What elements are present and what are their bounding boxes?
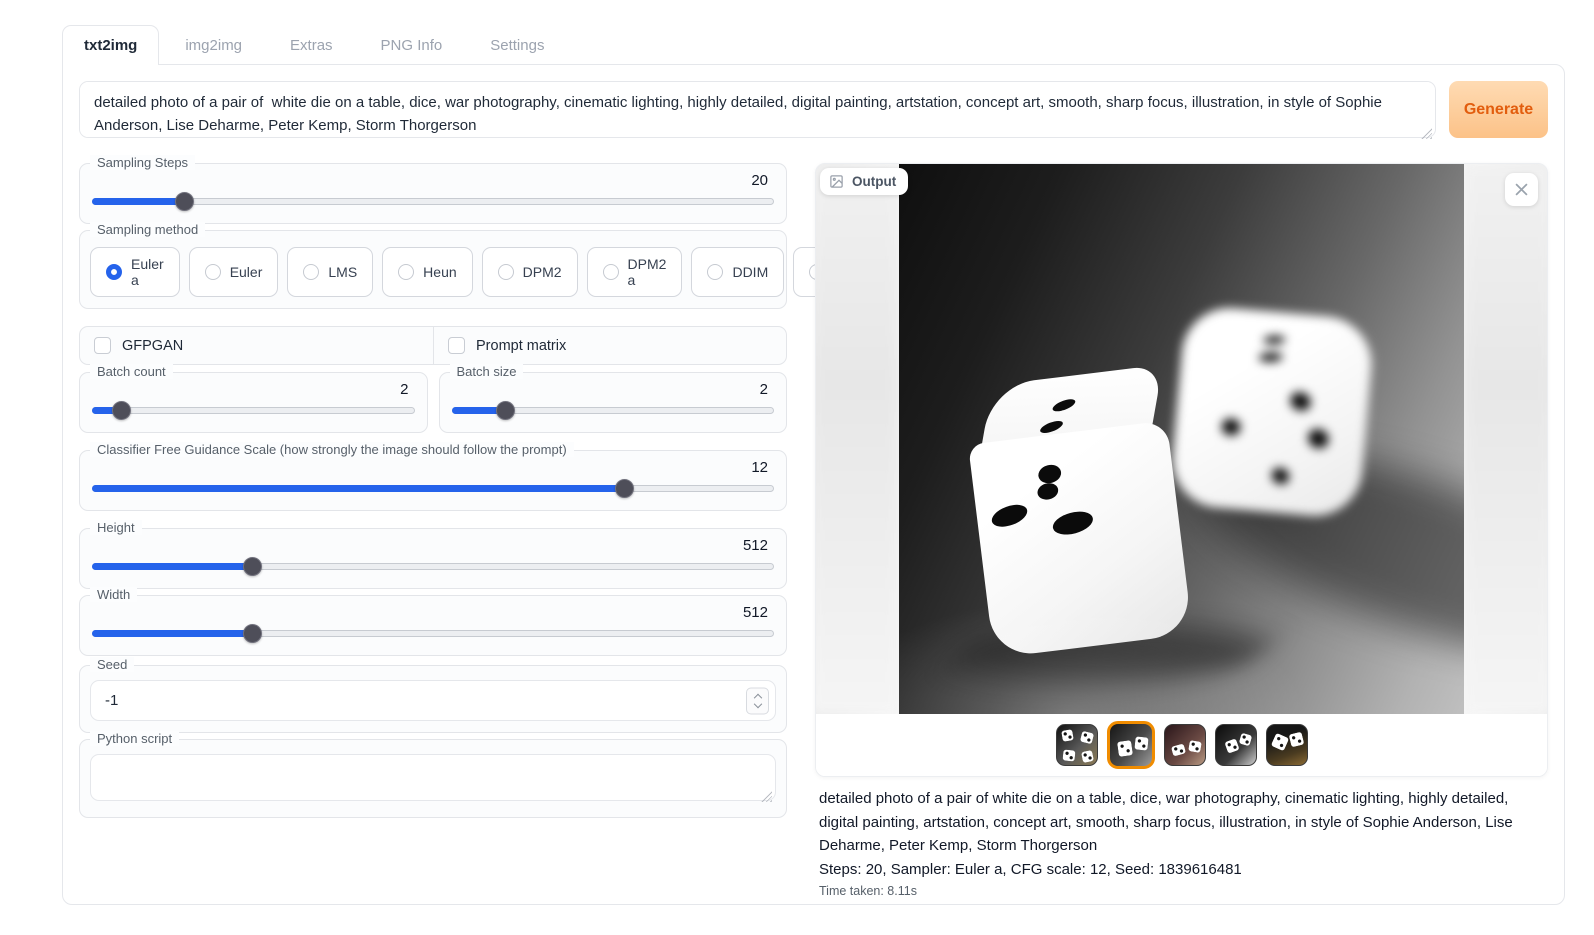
batch-row: Batch count 2 Batch size 2 — [79, 372, 787, 433]
batch-size-group: Batch size 2 — [439, 372, 788, 433]
caption-params: Steps: 20, Sampler: Euler a, CFG scale: … — [819, 858, 1544, 882]
sampling-method-options: Euler a Euler LMS Heun DPM2 DPM2 a DDIM … — [90, 247, 776, 297]
slider-handle[interactable] — [112, 401, 131, 420]
sampling-steps-label: Sampling Steps — [90, 155, 195, 170]
die-left — [961, 363, 1193, 660]
batch-size-value: 2 — [450, 381, 777, 398]
radio-icon — [603, 264, 619, 280]
checkbox-icon[interactable] — [94, 337, 111, 354]
seed-label: Seed — [90, 657, 134, 672]
radio-dpm2[interactable]: DPM2 — [482, 247, 578, 297]
chevron-down-icon[interactable] — [753, 699, 761, 707]
generate-button[interactable]: Generate — [1449, 81, 1548, 138]
options-group: GFPGAN Prompt matrix — [79, 326, 787, 365]
slider-handle[interactable] — [496, 401, 515, 420]
height-label: Height — [90, 520, 142, 535]
image-side-fill — [816, 164, 900, 714]
height-group: Height 512 — [79, 528, 787, 589]
slider-handle[interactable] — [175, 192, 194, 211]
radio-euler[interactable]: Euler — [189, 247, 279, 297]
gallery-thumbnails — [816, 714, 1547, 776]
radio-icon — [106, 264, 122, 280]
python-script-input[interactable] — [90, 754, 776, 801]
radio-icon — [398, 264, 414, 280]
width-label: Width — [90, 587, 137, 602]
caption-time-taken: Time taken: 8.11s — [819, 884, 1544, 898]
python-script-group: Python script — [79, 739, 787, 818]
gallery-thumbnail[interactable] — [1215, 724, 1257, 766]
radio-heun[interactable]: Heun — [382, 247, 472, 297]
tab-bar: txt2img img2img Extras PNG Info Settings — [62, 25, 570, 65]
height-slider[interactable] — [92, 556, 774, 577]
cfg-scale-slider[interactable] — [92, 478, 774, 499]
app-page: txt2img img2img Extras PNG Info Settings… — [0, 0, 1594, 935]
radio-euler-a[interactable]: Euler a — [90, 247, 180, 297]
gfpgan-label: GFPGAN — [122, 338, 183, 354]
seed-input[interactable] — [90, 680, 776, 721]
sampling-steps-value: 20 — [90, 172, 776, 189]
checkbox-icon[interactable] — [448, 337, 465, 354]
radio-icon — [205, 264, 221, 280]
radio-icon — [303, 264, 319, 280]
gallery-thumbnail[interactable] — [1056, 724, 1098, 766]
output-panel-label: Output — [820, 168, 908, 195]
gallery-thumbnail[interactable] — [1107, 721, 1155, 769]
gallery-thumbnail[interactable] — [1164, 724, 1206, 766]
close-icon — [1515, 183, 1528, 196]
radio-icon — [707, 264, 723, 280]
generation-info: detailed photo of a pair of white die on… — [815, 777, 1548, 898]
width-slider[interactable] — [92, 623, 774, 644]
cfg-scale-label: Classifier Free Guidance Scale (how stro… — [90, 442, 574, 457]
prompt-matrix-label: Prompt matrix — [476, 338, 566, 354]
output-gallery: Output — [815, 163, 1548, 777]
radio-ddim[interactable]: DDIM — [691, 247, 784, 297]
slider-handle[interactable] — [615, 479, 634, 498]
settings-column: Sampling Steps 20 Sampling method Euler … — [79, 163, 787, 898]
image-side-fill — [1463, 164, 1547, 714]
txt2img-panel: detailed photo of a pair of white die on… — [62, 64, 1565, 905]
tab-img2img[interactable]: img2img — [163, 25, 264, 65]
image-icon — [829, 174, 844, 189]
height-value: 512 — [90, 537, 776, 554]
gallery-thumbnail[interactable] — [1266, 724, 1308, 766]
python-script-label: Python script — [90, 731, 179, 746]
batch-size-label: Batch size — [450, 364, 524, 379]
radio-icon — [498, 264, 514, 280]
prompt-matrix-checkbox[interactable]: Prompt matrix — [433, 327, 786, 364]
tab-txt2img[interactable]: txt2img — [62, 25, 159, 65]
width-value: 512 — [90, 604, 776, 621]
generated-image[interactable] — [899, 164, 1464, 714]
sampling-steps-slider[interactable] — [92, 191, 774, 212]
cfg-scale-group: Classifier Free Guidance Scale (how stro… — [79, 450, 787, 511]
batch-count-value: 2 — [90, 381, 417, 398]
sampling-method-label: Sampling method — [90, 222, 205, 237]
prompt-input[interactable]: detailed photo of a pair of white die on… — [79, 81, 1436, 138]
slider-handle[interactable] — [243, 557, 262, 576]
batch-count-group: Batch count 2 — [79, 372, 428, 433]
tab-extras[interactable]: Extras — [268, 25, 355, 65]
radio-dpm2-a[interactable]: DPM2 a — [587, 247, 683, 297]
batch-count-slider[interactable] — [92, 400, 415, 421]
cfg-scale-value: 12 — [90, 459, 776, 476]
width-group: Width 512 — [79, 595, 787, 656]
output-column: Output — [815, 163, 1548, 898]
close-output-button[interactable] — [1505, 173, 1538, 206]
caption-prompt: detailed photo of a pair of white die on… — [819, 787, 1544, 858]
seed-group: Seed — [79, 665, 787, 733]
tab-png-info[interactable]: PNG Info — [359, 25, 465, 65]
die-right — [1169, 304, 1376, 520]
sampling-method-group: Sampling method Euler a Euler LMS Heun D… — [79, 230, 787, 309]
prompt-row: detailed photo of a pair of white die on… — [79, 81, 1548, 143]
radio-lms[interactable]: LMS — [287, 247, 373, 297]
generated-image-area — [816, 164, 1547, 714]
slider-handle[interactable] — [243, 624, 262, 643]
sampling-steps-group: Sampling Steps 20 — [79, 163, 787, 224]
tab-settings[interactable]: Settings — [468, 25, 566, 65]
number-spinner[interactable] — [746, 687, 769, 714]
gfpgan-checkbox[interactable]: GFPGAN — [80, 327, 433, 364]
batch-count-label: Batch count — [90, 364, 173, 379]
batch-size-slider[interactable] — [452, 400, 775, 421]
